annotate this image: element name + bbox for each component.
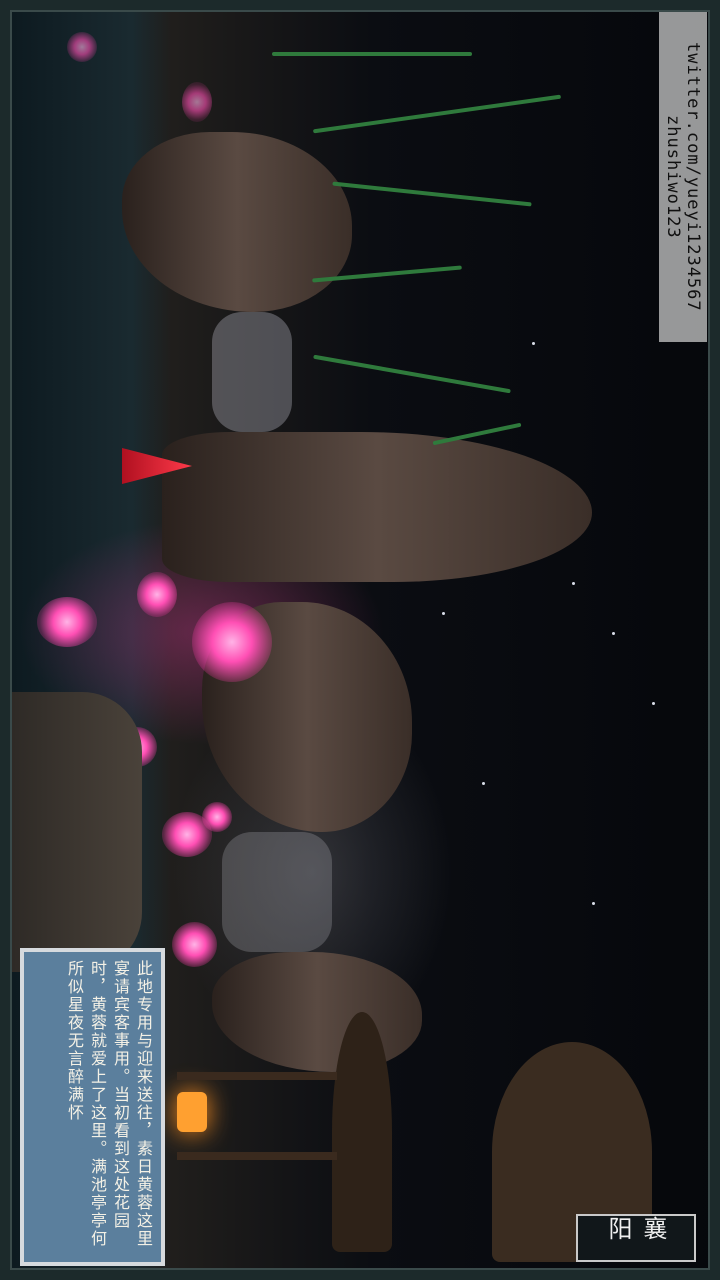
- location-description: 此地专用与迎来送往，素日黄蓉这里宴请宾客事用。当初看到这处花园时，黄蓉就爱上了这…: [65, 960, 153, 1248]
- stone-railing: [12, 692, 142, 972]
- star: [612, 632, 615, 635]
- bamboo: [313, 354, 511, 394]
- bamboo: [332, 181, 532, 207]
- location-label: 襄阳: [576, 1214, 696, 1262]
- star: [572, 582, 575, 585]
- star: [652, 702, 655, 705]
- game-frame: zhushiwo123 twitter.com/yueyi1234567 此地专…: [0, 0, 720, 1280]
- lotus-flower: [172, 922, 217, 967]
- lotus-flower: [182, 82, 212, 122]
- watermark: zhushiwo123 twitter.com/yueyi1234567: [659, 12, 707, 342]
- pavilion-roof: [332, 1012, 392, 1252]
- pavilion-fence: [177, 1152, 337, 1160]
- pavilion-fence: [177, 1072, 337, 1080]
- star: [532, 342, 535, 345]
- lotus-flower: [192, 602, 272, 682]
- rock: [162, 432, 592, 582]
- lotus-flower: [202, 802, 232, 832]
- waterfall: [212, 312, 292, 432]
- lotus-flower: [67, 32, 97, 62]
- star: [482, 782, 485, 785]
- lantern: [177, 1092, 207, 1132]
- lotus-flower: [37, 597, 97, 647]
- lotus-flower: [137, 572, 177, 617]
- watermark-handle: zhushiwo123: [663, 115, 683, 239]
- location-description-box: 此地专用与迎来送往，素日黄蓉这里宴请宾客事用。当初看到这处花园时，黄蓉就爱上了这…: [20, 948, 165, 1266]
- star: [442, 612, 445, 615]
- location-name: 襄阳: [604, 1216, 667, 1240]
- bamboo: [432, 422, 522, 446]
- watermark-url: twitter.com/yueyi1234567: [683, 42, 703, 312]
- rock: [122, 132, 352, 312]
- waterfall: [222, 832, 332, 952]
- star: [592, 902, 595, 905]
- bamboo: [312, 94, 562, 134]
- bamboo: [272, 52, 472, 56]
- rock: [212, 952, 422, 1072]
